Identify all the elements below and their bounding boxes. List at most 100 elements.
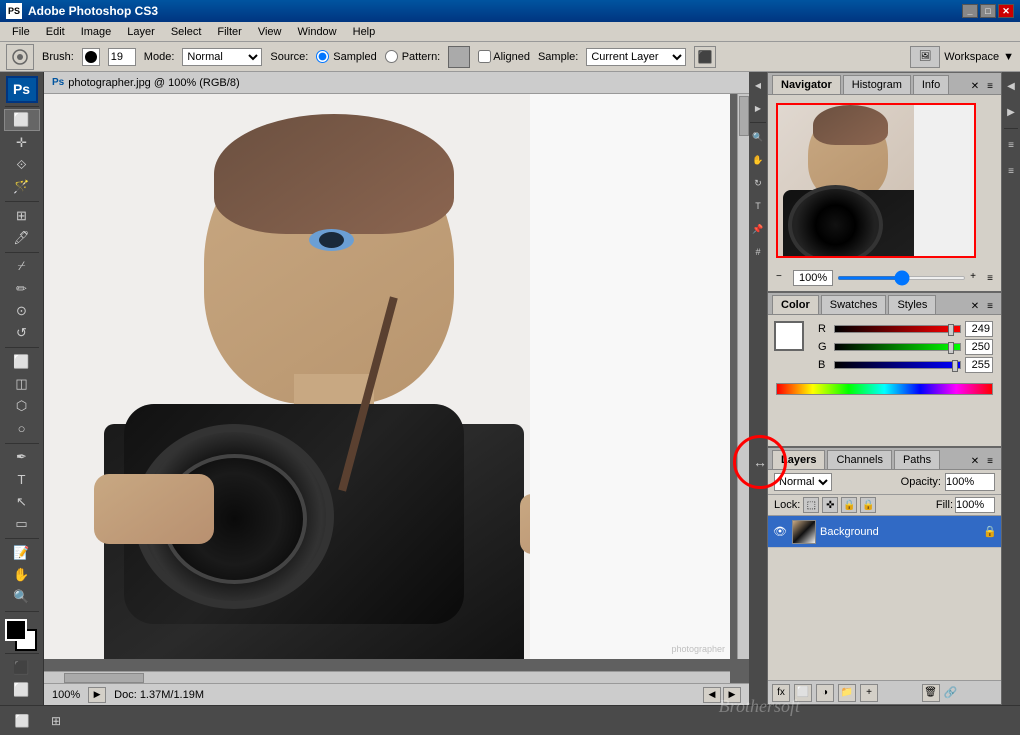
navigator-tab[interactable]: Navigator <box>772 75 841 94</box>
brush-preview[interactable] <box>82 48 100 66</box>
g-value-input[interactable] <box>965 339 993 355</box>
nav-zoom-input[interactable] <box>793 270 833 286</box>
tool-eyedropper[interactable]: 🖊 <box>4 227 40 248</box>
workspace-dropdown-icon[interactable]: ▼ <box>1003 51 1014 63</box>
add-style-btn[interactable]: fx <box>772 684 790 702</box>
new-adj-btn[interactable]: ◑ <box>816 684 834 702</box>
layers-options-btn[interactable]: ≡ <box>983 454 997 469</box>
r-value-input[interactable] <box>965 321 993 337</box>
b-slider-thumb[interactable] <box>952 360 958 372</box>
color-swatch[interactable] <box>774 321 804 351</box>
g-slider-track[interactable] <box>834 343 961 351</box>
tool-shape[interactable]: ▭ <box>4 514 40 535</box>
navigator-close-btn[interactable]: ✕ <box>967 79 983 94</box>
tool-notes[interactable]: 📝 <box>4 542 40 563</box>
menu-filter[interactable]: Filter <box>209 24 249 40</box>
g-slider-thumb[interactable] <box>948 342 954 354</box>
tool-options-icon[interactable] <box>6 44 34 70</box>
footer-next-btn[interactable]: ▶ <box>723 687 741 703</box>
panel-expand-btn[interactable]: ▶ <box>750 97 766 119</box>
tool-rectangle-select[interactable]: ⬜ <box>4 109 40 130</box>
menu-select[interactable]: Select <box>163 24 210 40</box>
tool-zoom[interactable]: 🔍 <box>4 587 40 608</box>
r-slider-thumb[interactable] <box>948 324 954 336</box>
zoom-in-btn[interactable]: + <box>970 271 983 285</box>
tool-move[interactable]: ✛ <box>4 132 40 153</box>
color-spectrum[interactable] <box>776 383 993 395</box>
info-tab[interactable]: Info <box>913 75 949 94</box>
tool-path-select[interactable]: ↖ <box>4 491 40 512</box>
footer-prev-btn[interactable]: ◀ <box>703 687 721 703</box>
tool-clone-stamp[interactable]: ⊙ <box>4 300 40 321</box>
layers-tab[interactable]: Layers <box>772 450 825 469</box>
h-scroll-thumb[interactable] <box>64 673 144 683</box>
close-button[interactable]: ✕ <box>998 4 1014 18</box>
screen-mode-btn[interactable]: ⊞ <box>42 708 70 734</box>
paths-tab[interactable]: Paths <box>894 450 940 469</box>
aligned-checkbox[interactable]: Aligned <box>478 50 530 63</box>
nav-menu-btn[interactable]: ≡ <box>987 273 993 284</box>
type-tool-strip[interactable]: T <box>750 195 766 217</box>
quick-mask-btn[interactable]: ⬜ <box>8 708 36 734</box>
maximize-button[interactable]: □ <box>980 4 996 18</box>
tool-screen-mode-full[interactable]: ⬜ <box>4 680 40 701</box>
workspace-icon[interactable]: 🖼 <box>910 46 940 68</box>
tool-lasso[interactable]: ⟐ <box>4 154 40 175</box>
pattern-radio[interactable]: Pattern: <box>385 50 441 63</box>
new-layer-btn[interactable]: + <box>860 684 878 702</box>
tool-screen-mode[interactable]: ⬛ <box>4 657 40 678</box>
zoom-tool-strip[interactable]: 🔍 <box>750 126 766 148</box>
blend-mode-select[interactable]: Normal <box>774 473 832 491</box>
link-icon[interactable]: 🔗 <box>944 686 958 699</box>
sampled-radio[interactable]: Sampled <box>316 50 376 63</box>
tool-dodge[interactable]: ○ <box>4 418 40 439</box>
collapse-strip-btn[interactable]: ◀ <box>1003 74 1019 98</box>
foreground-color[interactable] <box>5 619 27 641</box>
lock-all-icon[interactable]: 🔒 <box>860 497 876 513</box>
opacity-input[interactable] <box>945 473 995 491</box>
swatches-tab[interactable]: Swatches <box>821 295 887 314</box>
tool-gradient[interactable]: ◫ <box>4 373 40 394</box>
brush-size-input[interactable] <box>108 48 136 66</box>
panel-btn-1[interactable]: ≡ <box>1003 133 1019 157</box>
zoom-out-btn[interactable]: − <box>776 271 789 285</box>
delete-layer-btn[interactable]: 🗑 <box>922 684 940 702</box>
h-scrollbar[interactable] <box>44 671 730 683</box>
v-scroll-thumb[interactable] <box>739 96 749 136</box>
color-tab[interactable]: Color <box>772 295 819 314</box>
tool-hand[interactable]: ✋ <box>4 564 40 585</box>
histogram-tab[interactable]: Histogram <box>843 75 911 94</box>
channels-tab[interactable]: Channels <box>827 450 891 469</box>
panel-btn-2[interactable]: ≡ <box>1003 159 1019 183</box>
new-group-btn[interactable]: 📁 <box>838 684 856 702</box>
menu-file[interactable]: File <box>4 24 38 40</box>
canvas-container[interactable]: photographer <box>44 94 749 683</box>
layer-visibility-eye[interactable]: 👁 <box>772 524 788 540</box>
menu-edit[interactable]: Edit <box>38 24 73 40</box>
layers-list[interactable]: 👁 Background 🔒 <box>768 516 1001 680</box>
fill-input[interactable] <box>955 497 995 513</box>
lock-transparent-icon[interactable]: 🔒 <box>841 497 857 513</box>
menu-view[interactable]: View <box>250 24 290 40</box>
panel-collapse-btn[interactable]: ◀ <box>750 74 766 96</box>
color-close-btn[interactable]: ✕ <box>967 299 983 314</box>
rotate-tool-strip[interactable]: ↻ <box>750 172 766 194</box>
hand-tool-strip[interactable]: ✋ <box>750 149 766 171</box>
navigator-options-btn[interactable]: ≡ <box>983 79 997 94</box>
tool-spot-heal[interactable]: ⌿ <box>4 256 40 277</box>
tool-magic-wand[interactable]: 🪄 <box>4 177 40 198</box>
mode-select[interactable]: Normal <box>182 48 262 66</box>
nav-zoom-slider[interactable] <box>837 276 966 280</box>
canvas-photo-area[interactable]: photographer <box>44 94 730 659</box>
expand-strip-btn[interactable]: ▶ <box>1003 100 1019 124</box>
add-mask-btn[interactable]: ⬜ <box>794 684 812 702</box>
tool-history-brush[interactable]: ↺ <box>4 323 40 344</box>
styles-tab[interactable]: Styles <box>888 295 936 314</box>
menu-image[interactable]: Image <box>73 24 120 40</box>
b-value-input[interactable] <box>965 357 993 373</box>
tool-text[interactable]: T <box>4 469 40 490</box>
tool-pen[interactable]: ✒ <box>4 446 40 467</box>
tool-brush[interactable]: ✏ <box>4 278 40 299</box>
tool-crop[interactable]: ⊞ <box>4 205 40 226</box>
lock-position-icon[interactable]: ✜ <box>822 497 838 513</box>
